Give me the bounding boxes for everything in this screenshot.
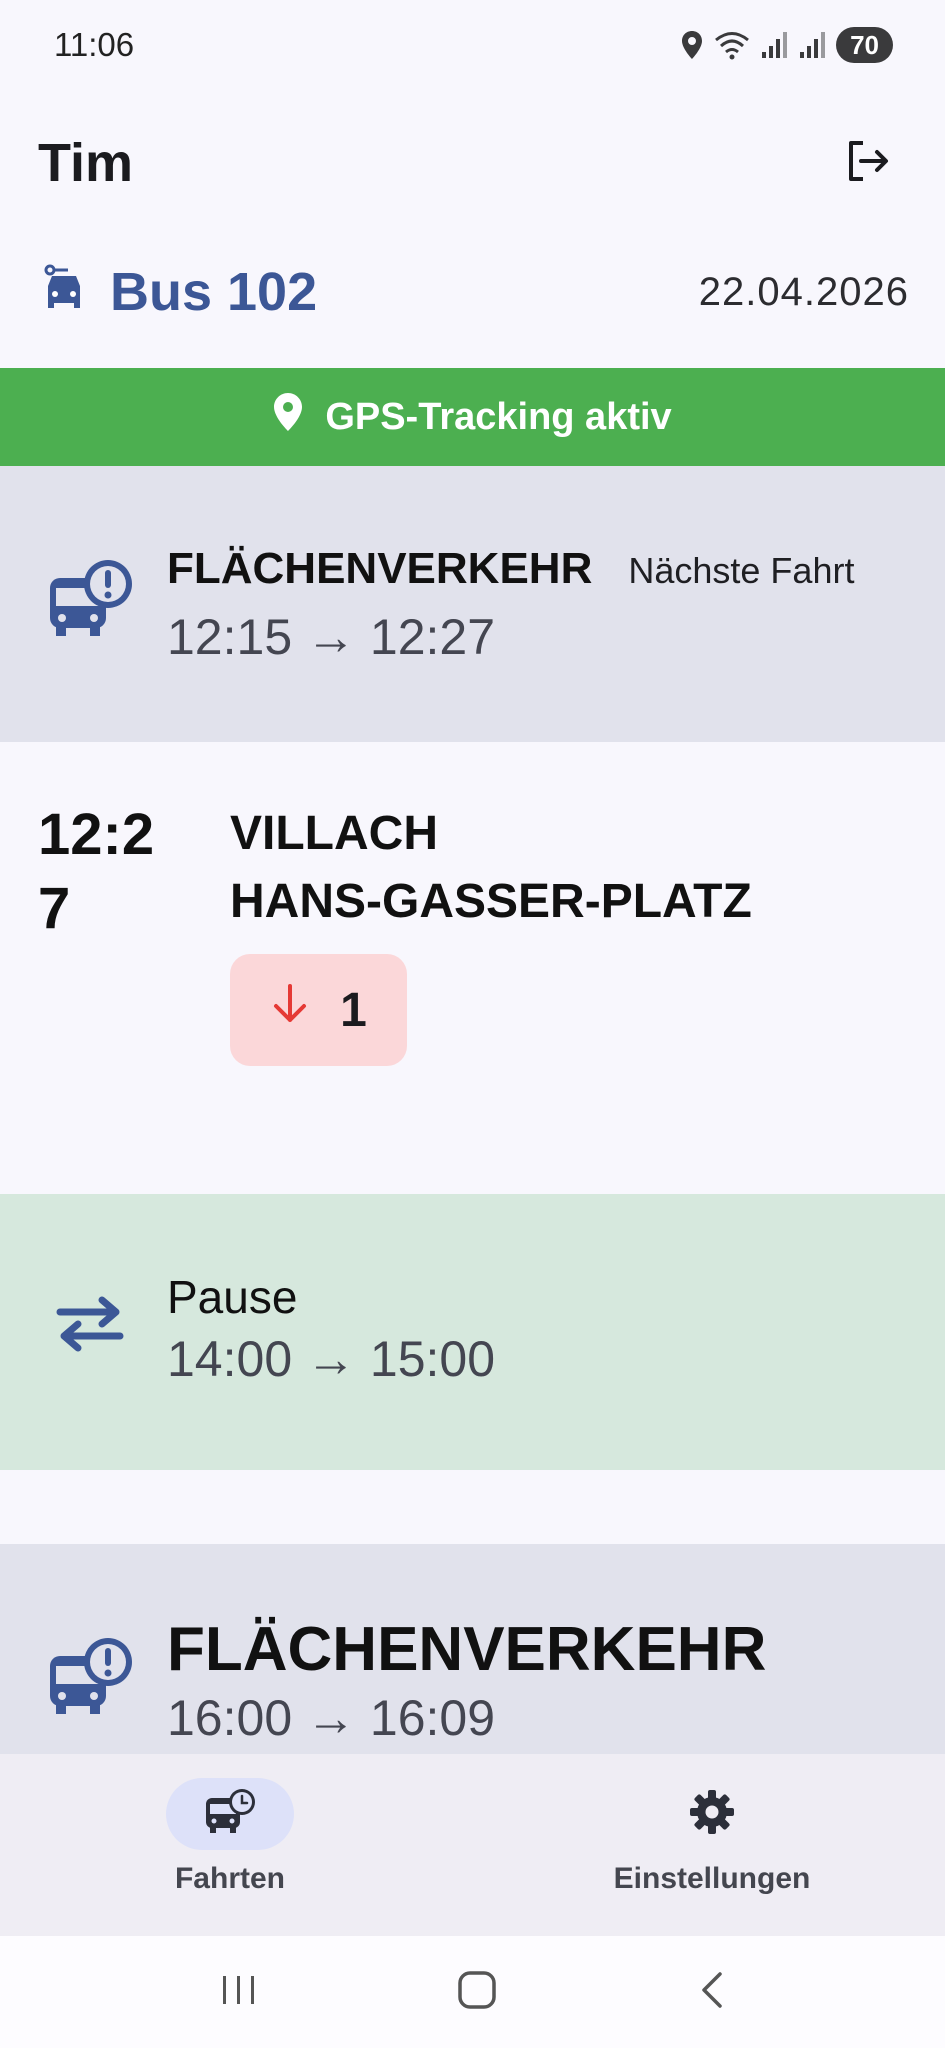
nav-item-fahrten[interactable]: Fahrten: [150, 1778, 310, 1896]
trip-title: FLÄCHENVERKEHR: [167, 1615, 767, 1684]
nav-active-indicator: [166, 1778, 294, 1850]
trip-card[interactable]: FLÄCHENVERKEHR 16:00 → 16:09: [0, 1544, 945, 1754]
top-app-bar: Tim: [38, 118, 907, 208]
bus-alert-icon: [46, 1636, 138, 1728]
logout-icon: [843, 137, 891, 190]
status-bar: 11:06 70: [0, 0, 945, 90]
bottom-navigation: Fahrten Einstellungen: [0, 1754, 945, 1936]
trip-info: FLÄCHENVERKEHR Nächste Fahrt 12:15 → 12:…: [167, 544, 854, 666]
pause-time: 14:00 → 15:00: [167, 1331, 496, 1387]
logout-button[interactable]: [827, 123, 907, 203]
stop-name-line1: VILLACH: [230, 807, 438, 860]
swap-horizontal-icon: [52, 1294, 128, 1359]
user-name: Tim: [38, 133, 134, 193]
pause-card[interactable]: Pause 14:00 → 15:00: [0, 1194, 945, 1470]
arrow-down-icon: [270, 982, 310, 1038]
trip-card[interactable]: FLÄCHENVERKEHR Nächste Fahrt 12:15 → 12:…: [0, 466, 945, 742]
system-navigation-bar: [0, 1936, 945, 2048]
bus-alert-icon: [46, 558, 138, 650]
wifi-icon: [714, 30, 750, 60]
nav-label-fahrten: Fahrten: [174, 1862, 285, 1895]
home-icon[interactable]: [457, 1970, 497, 2015]
vehicle-name: Bus 102: [110, 262, 318, 322]
stop-name: VILLACH HANS-GASSER-PLATZ: [230, 800, 752, 936]
car-icon: [42, 264, 86, 321]
trip-time: 12:15 → 12:27: [167, 609, 496, 665]
status-icons: 70: [680, 27, 893, 63]
pause-title: Pause: [167, 1271, 298, 1323]
trip-title: FLÄCHENVERKEHR: [167, 544, 593, 593]
location-icon: [680, 30, 704, 60]
signal-icon: [760, 30, 788, 60]
nav-item-einstellungen[interactable]: Einstellungen: [592, 1778, 832, 1896]
recent-apps-icon[interactable]: [219, 1972, 259, 2013]
signal-icon: [798, 30, 826, 60]
battery-icon: 70: [836, 27, 893, 63]
bus-clock-icon: [204, 1788, 256, 1841]
alighting-count: 1: [340, 983, 367, 1037]
trip-info: FLÄCHENVERKEHR 16:00 → 16:09: [167, 1614, 766, 1747]
stop-time: 12:27: [38, 802, 155, 941]
gps-banner-text: GPS-Tracking aktiv: [325, 395, 672, 438]
gear-icon: [688, 1788, 736, 1841]
nav-icon-container: [648, 1778, 776, 1850]
status-time: 11:06: [54, 26, 135, 63]
gps-banner: GPS-Tracking aktiv: [0, 368, 945, 466]
location-pin-icon: [273, 392, 303, 442]
back-icon[interactable]: [696, 1970, 726, 2015]
trip-time: 16:00 → 16:09: [167, 1690, 496, 1746]
vehicle-row: Bus 102 22.04.2026: [42, 252, 909, 332]
stop-item[interactable]: 12:27 VILLACH HANS-GASSER-PLATZ 1: [0, 742, 945, 1194]
nav-label-einstellungen: Einstellungen: [613, 1862, 811, 1895]
pause-info: Pause 14:00 → 15:00: [167, 1270, 495, 1388]
alighting-badge: 1: [230, 954, 407, 1066]
vehicle-date: 22.04.2026: [698, 269, 909, 314]
vehicle-selector[interactable]: Bus 102: [42, 261, 317, 323]
stop-name-line2: HANS-GASSER-PLATZ: [230, 875, 752, 928]
next-trip-label: Nächste Fahrt: [628, 550, 855, 591]
